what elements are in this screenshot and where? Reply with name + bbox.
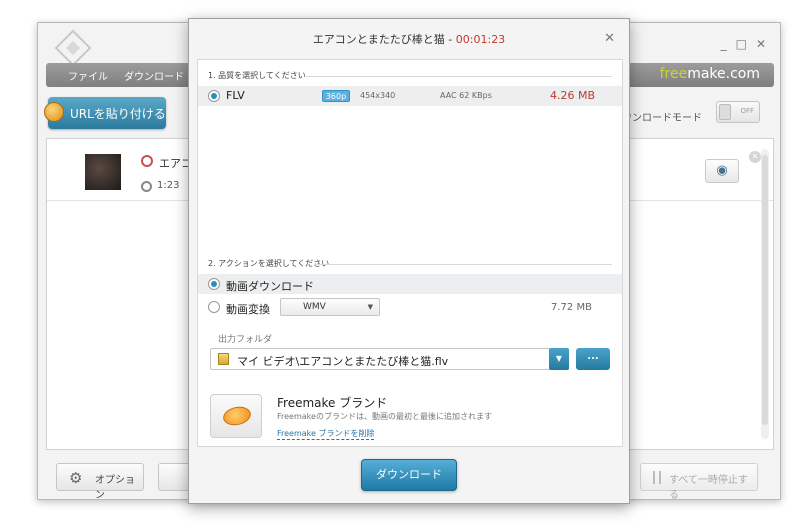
options-button[interactable]: ⚙ オプション [56,463,144,501]
quality-badge: 360p [322,90,350,102]
menu-download[interactable]: ダウンロード [124,68,184,83]
options-label: オプション [95,475,135,501]
section-quality-label: 1. 品質を選択してください [208,71,306,80]
brand-logo: freemake.com [660,66,760,82]
brand-title: Freemake ブランド [277,396,388,410]
toggle-knob [719,104,731,120]
dialog-title: エアコンとまたたび棒と猫 - 00:01:23 [189,31,629,47]
dialog-body: 1. 品質を選択してください FLV 360p 454x340 AAC 62 K… [197,59,623,447]
window-controls: _ □ ✕ [721,37,766,51]
download-button[interactable]: ダウンロード [361,459,457,491]
quality-size: 4.26 MB [550,89,596,102]
toggle-text: OFF [740,107,754,115]
pause-icon [653,471,661,484]
scroll-thumb[interactable] [762,155,768,425]
divider [314,264,612,265]
chevron-down-icon: ▼ [555,354,563,363]
video-source-icon [141,155,153,167]
quality-audio: AAC 62 KBps [440,91,492,100]
action-download-row[interactable]: 動画ダウンロード [198,274,622,294]
globe-icon: ◉ [716,163,728,178]
convert-format-select[interactable]: WMV ▼ [280,298,380,316]
action-convert-label: 動画変換 [226,303,270,316]
output-folder-label: 出力フォルダ [218,335,273,345]
download-dialog: エアコンとまたたび棒と猫 - 00:01:23 ✕ 1. 品質を選択してください… [188,18,630,504]
quality-option-row[interactable]: FLV 360p 454x340 AAC 62 KBps 4.26 MB [198,86,622,106]
minimize-icon[interactable]: _ [721,37,727,51]
quality-format: FLV [226,89,245,102]
remove-brand-link[interactable]: Freemake ブランドを削除 [277,428,375,440]
freemake-brand-icon [210,394,262,438]
close-icon[interactable]: ✕ [756,37,766,51]
section-action-label: 2. アクションを選択してください [208,259,330,268]
open-url-button[interactable]: ◉ [705,159,739,183]
paste-url-label: URLを貼り付ける [70,107,166,121]
output-path-value: マイ ビデオ\エアコンとまたたび棒と猫.flv [237,355,449,368]
dialog-title-separator: - [444,33,456,46]
action-convert-row[interactable]: 動画変換 WMV ▼ 7.72 MB [198,296,622,318]
download-mode-toggle[interactable]: OFF [716,101,760,123]
dialog-duration: 00:01:23 [455,33,506,46]
quality-resolution: 454x340 [360,91,396,100]
menu-file[interactable]: ファイル [68,68,108,83]
action-download-radio[interactable] [208,278,220,290]
scrollbar[interactable] [761,149,769,439]
paste-url-button[interactable]: URLを貼り付ける [44,97,166,129]
dialog-close-icon[interactable]: ✕ [604,31,615,46]
output-path-dropdown-button[interactable]: ▼ [549,348,569,370]
remove-item-icon[interactable]: ✕ [749,151,761,163]
browse-button[interactable]: ... [576,348,610,370]
convert-format-value: WMV [303,302,326,312]
folder-icon [218,353,229,365]
brand-logo-part2: make.com [687,66,760,82]
brand-description: Freemakeのブランドは、動画の最初と最後に追加されます [277,412,492,421]
convert-size: 7.72 MB [551,302,592,313]
clock-icon [141,181,152,192]
quality-radio[interactable] [208,90,220,102]
chevron-down-icon: ▼ [367,303,373,311]
output-path-field[interactable]: マイ ビデオ\エアコンとまたたび棒と猫.flv [210,348,569,370]
action-download-label: 動画ダウンロード [226,280,314,293]
video-thumbnail [85,154,121,190]
pause-all-button[interactable]: すべて一時停止する [640,463,758,501]
action-convert-radio[interactable] [208,301,220,313]
paste-url-icon [44,102,64,122]
freemake-logo-icon [54,29,92,67]
divider [306,76,612,77]
pause-all-label: すべて一時停止する [669,475,748,501]
brand-logo-part1: free [659,66,688,82]
dialog-video-title: エアコンとまたたび棒と猫 [312,33,445,46]
maximize-icon[interactable]: □ [736,37,747,51]
video-duration: 1:23 [157,180,180,191]
gear-icon: ⚙ [69,469,83,487]
